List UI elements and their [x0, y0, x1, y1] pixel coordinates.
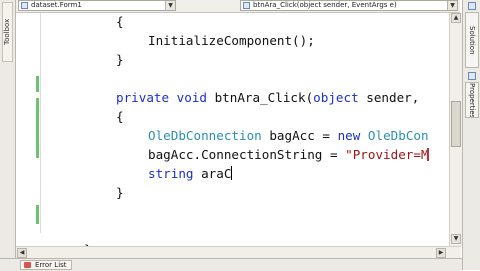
solution-explorer-tab[interactable]: Solution Explorer	[465, 12, 479, 68]
scroll-up-icon[interactable]: ▲	[451, 13, 461, 23]
toolbox-strip: Toolbox	[0, 0, 16, 270]
properties-tab[interactable]: Properties	[465, 82, 479, 118]
code-text: bagAcc.ConnectionString =	[148, 147, 346, 162]
code-editor[interactable]: { InitializeComponent(); } private void …	[44, 13, 449, 258]
chevron-down-icon[interactable]: ▼	[165, 1, 175, 10]
keyword-text: private void	[116, 90, 215, 105]
solution-explorer-icon	[468, 2, 476, 10]
code-text: }	[116, 185, 124, 200]
keyword-text: object	[313, 90, 359, 105]
type-text: OleDbConnection	[148, 128, 262, 143]
error-squiggle-marker	[426, 148, 433, 161]
code-line: OleDbConnection bagAcc = new OleDbCon	[148, 126, 429, 145]
code-text: araC	[193, 166, 232, 181]
member-dropdown[interactable]: btnAra_Click(object sender, EventArgs e)…	[240, 0, 458, 11]
error-list-label: Error List	[35, 261, 67, 269]
code-text: InitializeComponent();	[148, 33, 315, 48]
member-dropdown-text: btnAra_Click(object sender, EventArgs e)	[253, 1, 397, 9]
code-line: }	[116, 50, 124, 69]
method-icon	[243, 2, 250, 9]
type-text: OleDbCon	[367, 128, 429, 143]
toolbox-tab[interactable]: Toolbox	[2, 2, 13, 62]
type-dropdown-text: dataset.Form1	[31, 1, 82, 9]
code-text: sender,	[358, 90, 420, 105]
method-signature-line: private void btnAra_Click(object sender,	[116, 88, 419, 107]
vertical-scrollbar[interactable]: ▲ ▼	[449, 13, 462, 246]
scroll-down-icon[interactable]: ▼	[451, 234, 461, 244]
text-caret	[231, 166, 233, 180]
properties-icon	[468, 72, 476, 80]
code-text: {	[116, 14, 124, 29]
editor-gutter	[16, 13, 36, 258]
changed-line-marker	[36, 205, 39, 224]
type-dropdown[interactable]: dataset.Form1 ▼	[18, 0, 176, 11]
changed-line-marker	[36, 76, 39, 92]
chevron-down-icon[interactable]: ▼	[447, 1, 457, 10]
code-text: bagAcc =	[261, 128, 338, 143]
code-text: {	[116, 109, 124, 124]
scroll-right-icon[interactable]: ▶	[436, 248, 446, 258]
bottom-tool-strip: Error List	[0, 258, 462, 271]
code-line: {	[116, 107, 124, 126]
outline-guide	[40, 13, 41, 233]
class-icon	[21, 2, 28, 9]
right-tool-strip: Solution Explorer Properties	[462, 0, 480, 270]
keyword-text: new	[337, 128, 368, 143]
navigation-bar: dataset.Form1 ▼ btnAra_Click(object send…	[16, 0, 460, 13]
code-text: btnAra_Click(	[214, 90, 314, 105]
scrollbar-thumb[interactable]	[451, 101, 461, 147]
code-text: }	[116, 52, 124, 67]
code-line: {	[116, 13, 124, 31]
code-line: string araC	[148, 164, 233, 183]
keyword-text: string	[148, 166, 194, 181]
string-text: "Provider=M	[345, 147, 429, 162]
code-line: bagAcc.ConnectionString = "Provider=M	[148, 145, 433, 164]
error-list-icon	[24, 262, 31, 268]
code-line: InitializeComponent();	[148, 31, 315, 50]
error-list-tab[interactable]: Error List	[20, 260, 72, 270]
code-line: }	[116, 183, 124, 202]
changed-line-marker	[36, 98, 39, 158]
scroll-left-icon[interactable]: ◀	[17, 248, 27, 258]
